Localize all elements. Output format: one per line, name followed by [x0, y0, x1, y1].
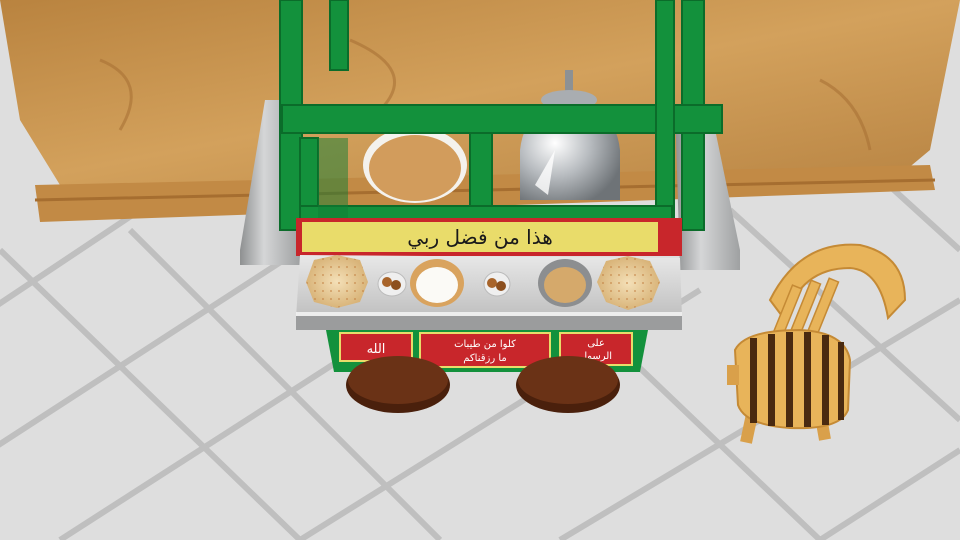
panel-center-line2: ما رزقناكم — [463, 353, 507, 364]
cart-top-sign-text: هذا من فضل ربي — [407, 225, 553, 250]
game-scene: هذا من فضل ربي الله كلوا من طيبات ما رزق… — [0, 0, 960, 540]
panel-left-text: الله — [367, 342, 386, 357]
cart-top-sign: هذا من فضل ربي — [296, 218, 682, 256]
dip-bowl-icon — [410, 259, 464, 307]
hummus-bowl-icon — [538, 259, 592, 307]
panel-center-line1: كلوا من طيبات — [454, 339, 516, 350]
flatbread-icon — [306, 255, 368, 308]
panel-right-line1: على — [587, 338, 605, 349]
flatbread-icon — [597, 256, 660, 310]
falafel-icon — [377, 271, 407, 297]
bread-tray-icon — [363, 127, 467, 203]
falafel-icon — [483, 271, 511, 297]
